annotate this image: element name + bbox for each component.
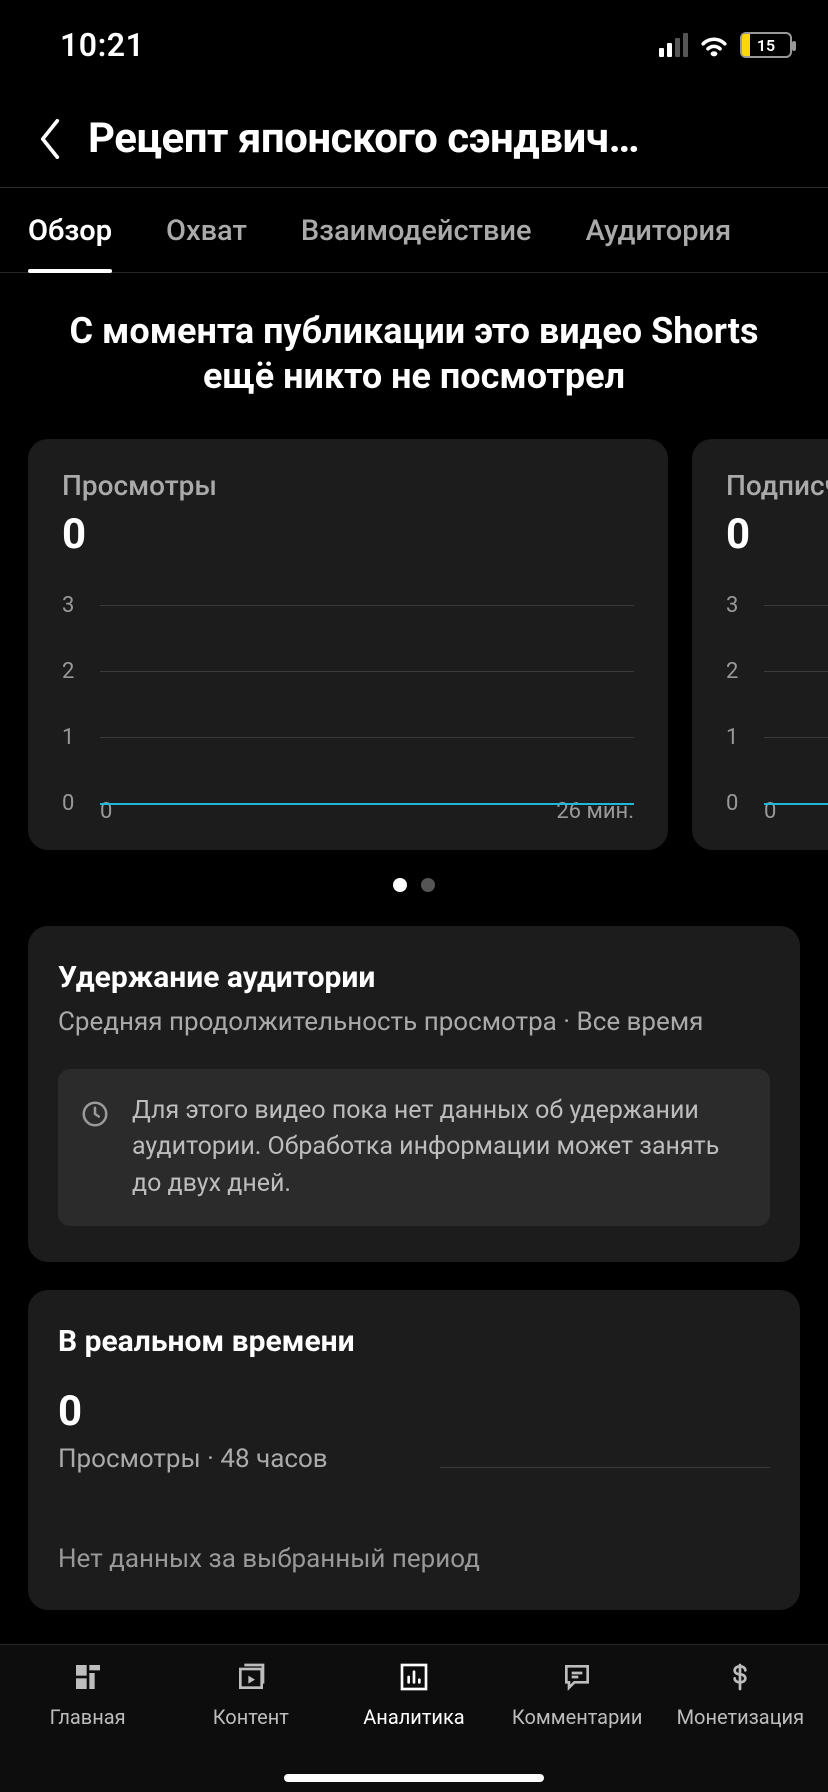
status-bar: 10:21 15 (0, 0, 828, 80)
retention-card[interactable]: Удержание аудитории Средняя продолжитель… (28, 926, 800, 1262)
retention-notice: Для этого видео пока нет данных об удерж… (58, 1069, 770, 1226)
page-header: Рецепт японского сэндвич… (0, 80, 828, 187)
realtime-sparkline (440, 1467, 770, 1468)
y-tick-label: 1 (62, 725, 92, 750)
pager-dot (393, 878, 407, 892)
y-tick-label: 2 (62, 659, 92, 684)
tabs-row: Обзор Охват Взаимодействие Аудитория (0, 187, 828, 273)
tab-engagement[interactable]: Взаимодействие (301, 188, 532, 272)
tab-audience[interactable]: Аудитория (586, 188, 732, 272)
nav-comments[interactable]: Комментарии (496, 1657, 659, 1792)
tab-reach[interactable]: Охват (166, 188, 247, 272)
home-indicator[interactable] (284, 1774, 544, 1782)
pager-dots (0, 850, 828, 898)
analytics-icon (394, 1657, 434, 1697)
y-tick-label: 2 (726, 659, 756, 684)
play-library-icon (231, 1657, 271, 1697)
realtime-card: В реальном времени 0 Просмотры · 48 часо… (28, 1290, 800, 1610)
retention-title: Удержание аудитории (58, 960, 770, 995)
y-tick-label: 3 (726, 593, 756, 618)
realtime-value: 0 (58, 1387, 770, 1436)
battery-icon: 15 (740, 32, 792, 58)
headline: С момента публикации это видео Shorts ещ… (0, 273, 828, 409)
tab-overview[interactable]: Обзор (28, 188, 112, 272)
battery-percentage: 15 (742, 36, 790, 55)
dashboard-icon (68, 1657, 108, 1697)
back-button[interactable] (36, 117, 64, 161)
nav-label: Главная (50, 1705, 126, 1729)
status-time: 10:21 (60, 26, 144, 64)
card-label: Просмотры (62, 469, 634, 502)
y-tick-label: 0 (62, 791, 92, 816)
realtime-subtitle: Просмотры · 48 часов (58, 1444, 328, 1474)
nav-home[interactable]: Главная (6, 1657, 169, 1792)
y-tick-label: 3 (62, 593, 92, 618)
realtime-title: В реальном времени (58, 1324, 770, 1359)
y-tick-label: 0 (726, 791, 756, 816)
views-card[interactable]: Просмотры 0 3 2 1 0 0 26 мин. (28, 439, 668, 850)
retention-subtitle: Средняя продолжительность просмотра · Вс… (58, 1007, 770, 1037)
wifi-icon (698, 33, 730, 57)
nav-label: Аналитика (363, 1705, 464, 1729)
nav-analytics[interactable]: Аналитика (332, 1657, 495, 1792)
subscribers-chart: 3 2 1 0 (726, 593, 828, 793)
views-chart: 3 2 1 0 (62, 593, 634, 793)
pager-dot (421, 878, 435, 892)
card-value: 0 (62, 510, 634, 559)
retention-notice-text: Для этого видео пока нет данных об удерж… (132, 1093, 746, 1202)
subscribers-card[interactable]: Подписчи 0 3 2 1 0 0 (692, 439, 828, 850)
nav-label: Монетизация (677, 1705, 804, 1729)
clock-icon (78, 1097, 112, 1131)
comment-icon (557, 1657, 597, 1697)
nav-label: Комментарии (512, 1705, 642, 1729)
realtime-no-data: Нет данных за выбранный период (58, 1544, 770, 1574)
metric-cards-scroll[interactable]: Просмотры 0 3 2 1 0 0 26 мин. Подписчи 0… (0, 409, 828, 850)
page-title: Рецепт японского сэндвич… (88, 114, 800, 163)
y-tick-label: 1 (726, 725, 756, 750)
card-label: Подписчи (726, 469, 828, 502)
nav-content[interactable]: Контент (169, 1657, 332, 1792)
card-value: 0 (726, 510, 828, 559)
nav-label: Контент (213, 1705, 289, 1729)
nav-monetization[interactable]: Монетизация (659, 1657, 822, 1792)
bottom-nav: Главная Контент Аналитика Комментарии Мо… (0, 1644, 828, 1792)
dollar-icon (720, 1657, 760, 1697)
status-icons: 15 (659, 32, 792, 58)
cellular-signal-icon (659, 33, 688, 57)
